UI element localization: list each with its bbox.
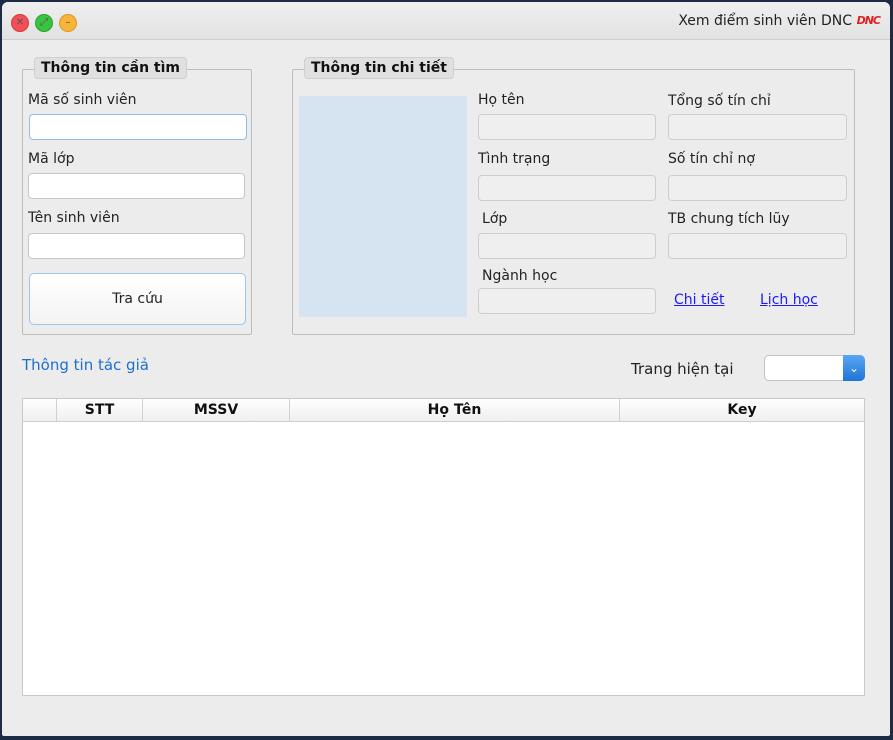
major-field [478,288,656,314]
gpa-label: TB chung tích lũy [668,211,790,227]
table-header: STT MSSV Họ Tên Key [23,399,864,422]
student-name-input[interactable] [28,233,245,259]
results-table[interactable]: STT MSSV Họ Tên Key [22,398,865,696]
current-page-label: Trang hiện tại [631,360,734,378]
minimize-icon: – [65,17,71,28]
fullname-label: Họ tên [478,92,525,108]
row-header-column[interactable] [23,399,57,421]
status-field [478,175,656,201]
title-bar: ✕ ⤢ – Xem điểm sinh viên DNC DNC [2,2,890,40]
status-label: Tình trạng [478,151,551,167]
student-name-label: Tên sinh viên [28,210,120,226]
column-header-fullname[interactable]: Họ Tên [290,399,620,421]
fullname-field [478,114,656,140]
search-button[interactable]: Tra cứu [29,273,246,325]
column-header-stt[interactable]: STT [57,399,143,421]
column-header-key[interactable]: Key [620,399,864,421]
close-button[interactable]: ✕ [11,14,29,32]
minimize-button[interactable]: – [59,14,77,32]
detail-link[interactable]: Chi tiết [674,292,724,308]
expand-icon: ⤢ [40,17,48,28]
gpa-field [668,233,847,259]
class-code-label: Mã lớp [28,151,75,167]
current-page-select[interactable]: ⌄ [764,355,865,381]
author-info-link[interactable]: Thông tin tác giả [22,356,149,374]
student-id-label: Mã số sinh viên [28,92,137,108]
column-header-mssv[interactable]: MSSV [143,399,290,421]
class-label: Lớp [482,211,508,227]
class-code-input[interactable] [28,173,245,199]
chevron-down-icon: ⌄ [848,361,860,375]
owed-credits-label: Số tín chỉ nợ [668,151,755,167]
search-button-label: Tra cứu [112,291,163,307]
close-icon: ✕ [15,17,25,28]
owed-credits-field [668,175,847,201]
details-group-title: Thông tin chi tiết [304,57,454,79]
schedule-link[interactable]: Lịch học [760,292,818,308]
student-id-input[interactable] [29,114,247,140]
student-photo [299,96,467,317]
total-credits-field [668,114,847,140]
maximize-button[interactable]: ⤢ [35,14,53,32]
search-group-title: Thông tin cần tìm [34,57,187,79]
app-logo-icon: DNC [856,14,881,27]
total-credits-label: Tổng số tín chỉ [668,93,771,109]
dropdown-button[interactable]: ⌄ [843,355,865,381]
class-field [478,233,656,259]
window-title: Xem điểm sinh viên DNC [678,13,852,29]
app-window: ✕ ⤢ – Xem điểm sinh viên DNC DNC Thông t… [2,2,890,736]
major-label: Ngành học [482,268,558,284]
